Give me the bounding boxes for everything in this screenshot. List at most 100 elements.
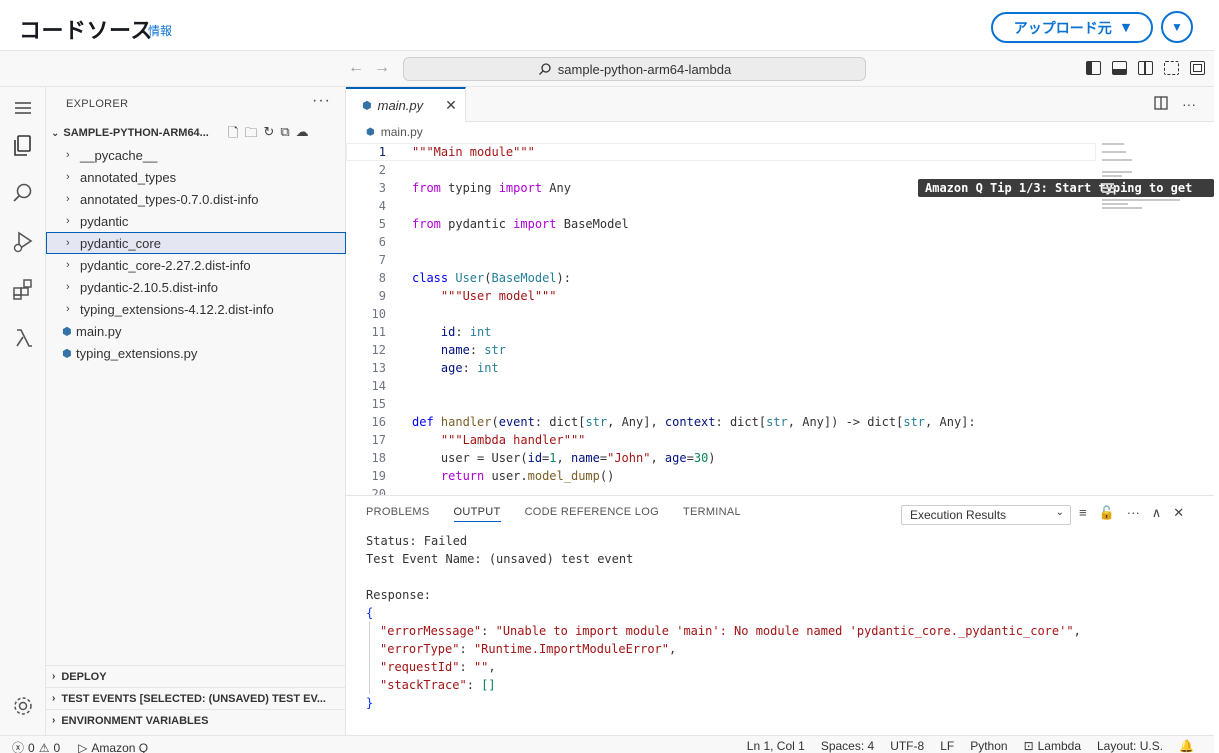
refresh-icon[interactable]: ↻ (263, 124, 274, 146)
panel-actions: ≡ 🔓 ··· ∧ ✕ (1079, 505, 1184, 521)
more-actions-button[interactable]: ▼ (1161, 11, 1193, 43)
problems-status[interactable]: ⓧ 0 ⚠ 0 (12, 739, 60, 753)
code-line[interactable]: 16 def handler(event: dict[str, Any], con… (346, 413, 1096, 431)
section-deploy[interactable]: › DEPLOY (46, 665, 346, 687)
code-line[interactable]: 6 (346, 233, 1096, 251)
info-link[interactable]: 情報 (148, 22, 172, 39)
tree-file-typing-extensions-py[interactable]: ⬢ typing_extensions.py (46, 342, 346, 364)
search-icon[interactable] (10, 181, 36, 207)
json-line: "stackTrace": [] (380, 678, 496, 692)
command-center-search[interactable]: sample-python-arm64-lambda (403, 57, 866, 81)
editor-tabbar: ⬢ main.py ✕ ··· (346, 87, 1214, 122)
lock-scroll-icon[interactable]: 🔓 (1099, 505, 1115, 521)
clear-output-icon[interactable]: ≡ (1079, 505, 1087, 521)
section-environment-variables[interactable]: › ENVIRONMENT VARIABLES (46, 709, 346, 731)
tree-item-label: typing_extensions-4.12.2.dist-info (80, 301, 274, 317)
error-icon: ⓧ (12, 741, 25, 753)
code-line[interactable]: 5 from pydantic import BaseModel (346, 215, 1096, 233)
code-line[interactable]: 13 age: int (346, 359, 1096, 377)
lambda-icon[interactable] (10, 325, 36, 351)
amazon-q-status[interactable]: ▷ Amazon Q (78, 739, 148, 753)
cloud-upload-icon[interactable]: ☁ (296, 124, 309, 146)
code-text: user = User(id=1, name="John", age=30) (412, 451, 716, 465)
customize-layout-icon[interactable] (1164, 61, 1179, 75)
toggle-primary-sidebar-icon[interactable] (1086, 61, 1101, 75)
menu-icon[interactable] (10, 95, 36, 121)
code-line[interactable]: 11 id: int (346, 323, 1096, 341)
code-text: id: int (440, 325, 492, 339)
line-number: 15 (371, 397, 386, 411)
editor-group: ⬢ main.py ✕ ··· ⬢ main.py 1 """Main modul… (346, 87, 1214, 501)
fullscreen-icon[interactable] (1190, 61, 1205, 75)
line-number: 2 (378, 163, 386, 177)
split-editor-icon[interactable] (1154, 96, 1168, 110)
code-line[interactable]: 15 (346, 395, 1096, 413)
close-panel-icon[interactable]: ✕ (1173, 505, 1184, 521)
section-test-events[interactable]: › TEST EVENTS [SELECTED: (UNSAVED) TEST E… (46, 687, 346, 709)
tree-folder-pydantic-dist-info[interactable]: › pydantic-2.10.5.dist-info (46, 276, 346, 298)
code-line[interactable]: 8 class User(BaseModel): (346, 269, 1096, 287)
code-line[interactable]: 10 (346, 305, 1096, 323)
explorer-sidebar: EXPLORER ··· ⌄ SAMPLE-PYTHON-ARM64... 🗋 … (46, 87, 346, 735)
collapse-all-icon[interactable]: ⧉ (280, 124, 289, 146)
toggle-secondary-sidebar-icon[interactable] (1138, 61, 1153, 75)
extensions-icon[interactable] (10, 277, 36, 303)
eol-status[interactable]: LF (940, 739, 954, 753)
line-number: 10 (371, 307, 386, 321)
tree-folder-annotated-types-dist-info[interactable]: › annotated_types-0.7.0.dist-info (46, 188, 346, 210)
forward-arrow-icon[interactable]: → (374, 59, 390, 77)
tab-main-py[interactable]: ⬢ main.py ✕ (346, 87, 466, 122)
minimap[interactable] (1102, 143, 1182, 209)
line-number: 14 (371, 379, 386, 393)
tab-code-reference-log[interactable]: CODE REFERENCE LOG (525, 506, 659, 522)
back-arrow-icon[interactable]: ← (348, 59, 364, 77)
maximize-panel-icon[interactable]: ∧ (1152, 505, 1162, 521)
encoding-status[interactable]: UTF-8 (890, 739, 924, 753)
notifications-bell-icon[interactable]: 🔔 (1179, 739, 1194, 753)
tree-folder-pydantic-core-dist-info[interactable]: › pydantic_core-2.27.2.dist-info (46, 254, 346, 276)
code-line[interactable]: 7 (346, 251, 1096, 269)
code-line[interactable]: 9 """User model""" (346, 287, 1096, 305)
breadcrumb-file[interactable]: main.py (381, 125, 423, 139)
toggle-panel-icon[interactable] (1112, 61, 1127, 75)
code-line[interactable]: 14 (346, 377, 1096, 395)
code-line[interactable]: 19 return user.model_dump() (346, 467, 1096, 485)
tree-folder-pydantic[interactable]: › pydantic (46, 210, 346, 232)
lambda-status[interactable]: ⊡ Lambda (1024, 739, 1081, 753)
python-file-icon: ⬢ (366, 126, 375, 138)
tree-folder-annotated-types[interactable]: › annotated_types (46, 166, 346, 188)
keyboard-layout[interactable]: Layout: U.S. (1097, 739, 1163, 753)
upload-from-button[interactable]: アップロード元 ▼ (991, 12, 1153, 43)
page-header: コードソース 情報 アップロード元 ▼ ▼ (0, 0, 1219, 50)
code-line[interactable]: 12 name: str (346, 341, 1096, 359)
tree-file-main-py[interactable]: ⬢ main.py (46, 320, 346, 342)
output-channel-select[interactable]: Execution Results ⌄ (901, 505, 1071, 525)
explorer-more-actions-icon[interactable]: ··· (312, 92, 331, 110)
cursor-position[interactable]: Ln 1, Col 1 (747, 739, 805, 753)
tab-problems[interactable]: PROBLEMS (366, 506, 430, 522)
new-folder-icon[interactable]: 🗀 (244, 124, 257, 146)
tree-folder-pycache[interactable]: › __pycache__ (46, 144, 346, 166)
more-actions-icon[interactable]: ··· (1182, 96, 1196, 112)
language-mode[interactable]: Python (970, 739, 1007, 753)
output-channel-value: Execution Results (910, 508, 1007, 522)
amazon-q-label: Amazon Q (91, 740, 149, 753)
play-icon: ▷ (78, 740, 88, 753)
code-text: """Lambda handler""" (440, 433, 586, 447)
tree-folder-pydantic-core[interactable]: › pydantic_core (46, 232, 346, 254)
code-line[interactable]: 2 (346, 161, 1096, 179)
code-line[interactable]: 1 """Main module""" (346, 143, 1096, 161)
indentation-status[interactable]: Spaces: 4 (821, 739, 874, 753)
tree-folder-typing-extensions-dist-info[interactable]: › typing_extensions-4.12.2.dist-info (46, 298, 346, 320)
code-line[interactable]: 17 """Lambda handler""" (346, 431, 1096, 449)
new-file-icon[interactable]: 🗋 (228, 124, 238, 146)
explorer-files-icon[interactable] (10, 133, 36, 159)
settings-gear-icon[interactable] (10, 693, 36, 719)
tab-terminal[interactable]: TERMINAL (683, 506, 741, 522)
close-icon[interactable]: ✕ (445, 97, 457, 114)
tab-output[interactable]: OUTPUT (453, 506, 501, 522)
more-actions-icon[interactable]: ··· (1127, 505, 1140, 521)
bottom-panel: PROBLEMS OUTPUT CODE REFERENCE LOG TERMI… (346, 495, 1214, 735)
code-line[interactable]: 18 user = User(id=1, name="John", age=30… (346, 449, 1096, 467)
run-debug-icon[interactable] (10, 229, 36, 255)
